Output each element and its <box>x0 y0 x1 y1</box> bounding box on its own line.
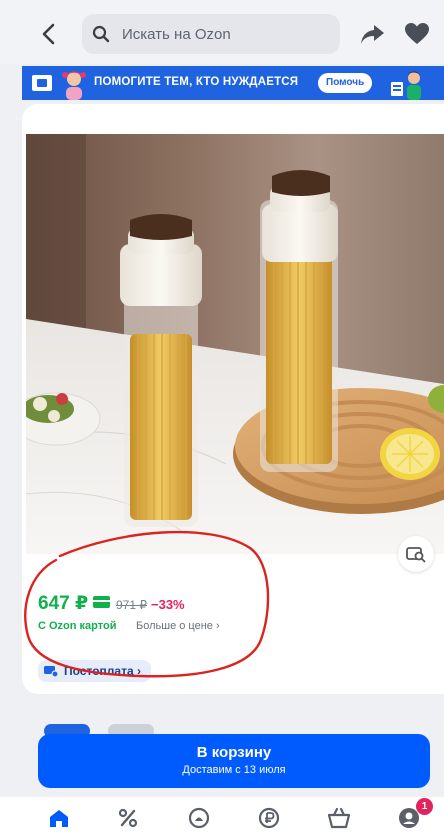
search-placeholder: Искать на Ozon <box>122 25 231 43</box>
old-price: 971 ₽ <box>116 598 147 612</box>
discount-badge: −33% <box>151 597 185 612</box>
ozon-card-label[interactable]: С Ozon картой <box>38 620 116 632</box>
banner-text: ПОМОГИТЕ ТЕМ, КТО НУЖДАЕТСЯ <box>94 76 299 88</box>
delivery-date: Доставим с 13 июля <box>182 764 286 776</box>
help-button[interactable]: Помочь <box>318 73 373 93</box>
back-icon[interactable] <box>34 18 62 50</box>
discount-icon[interactable] <box>115 805 141 831</box>
cart-icon[interactable] <box>326 805 352 831</box>
postpay-label: Постоплата › <box>64 664 141 678</box>
girl-illustration <box>58 68 90 100</box>
add-to-cart-button[interactable]: В корзину Доставим с 13 июля <box>38 734 430 788</box>
search-input[interactable]: Искать на Ozon <box>82 14 340 54</box>
image-search-icon[interactable] <box>398 536 434 572</box>
product-image[interactable] <box>26 134 444 554</box>
tab-bar <box>0 797 444 837</box>
boy-illustration <box>390 68 426 100</box>
postpay-icon <box>44 665 59 678</box>
flag-icon <box>32 75 52 91</box>
share-icon[interactable] <box>358 20 386 48</box>
ozon-card-icon <box>93 596 110 608</box>
top-bar: Искать на Ozon <box>0 0 444 64</box>
favorite-icon[interactable] <box>404 22 430 46</box>
more-about-price-link[interactable]: Больше о цене › <box>136 620 220 632</box>
charity-banner[interactable]: ПОМОГИТЕ ТЕМ, КТО НУЖДАЕТСЯ Помочь <box>22 66 444 100</box>
search-icon <box>92 23 114 45</box>
profile-notification-badge: 1 <box>416 798 433 815</box>
price: 647 ₽ <box>38 593 89 614</box>
add-to-cart-label: В корзину <box>196 744 272 761</box>
fresh-icon[interactable] <box>186 805 212 831</box>
postpay-chip[interactable]: Постоплата › <box>38 660 151 682</box>
ozon-bank-icon[interactable] <box>256 805 282 831</box>
home-icon[interactable] <box>46 805 72 831</box>
